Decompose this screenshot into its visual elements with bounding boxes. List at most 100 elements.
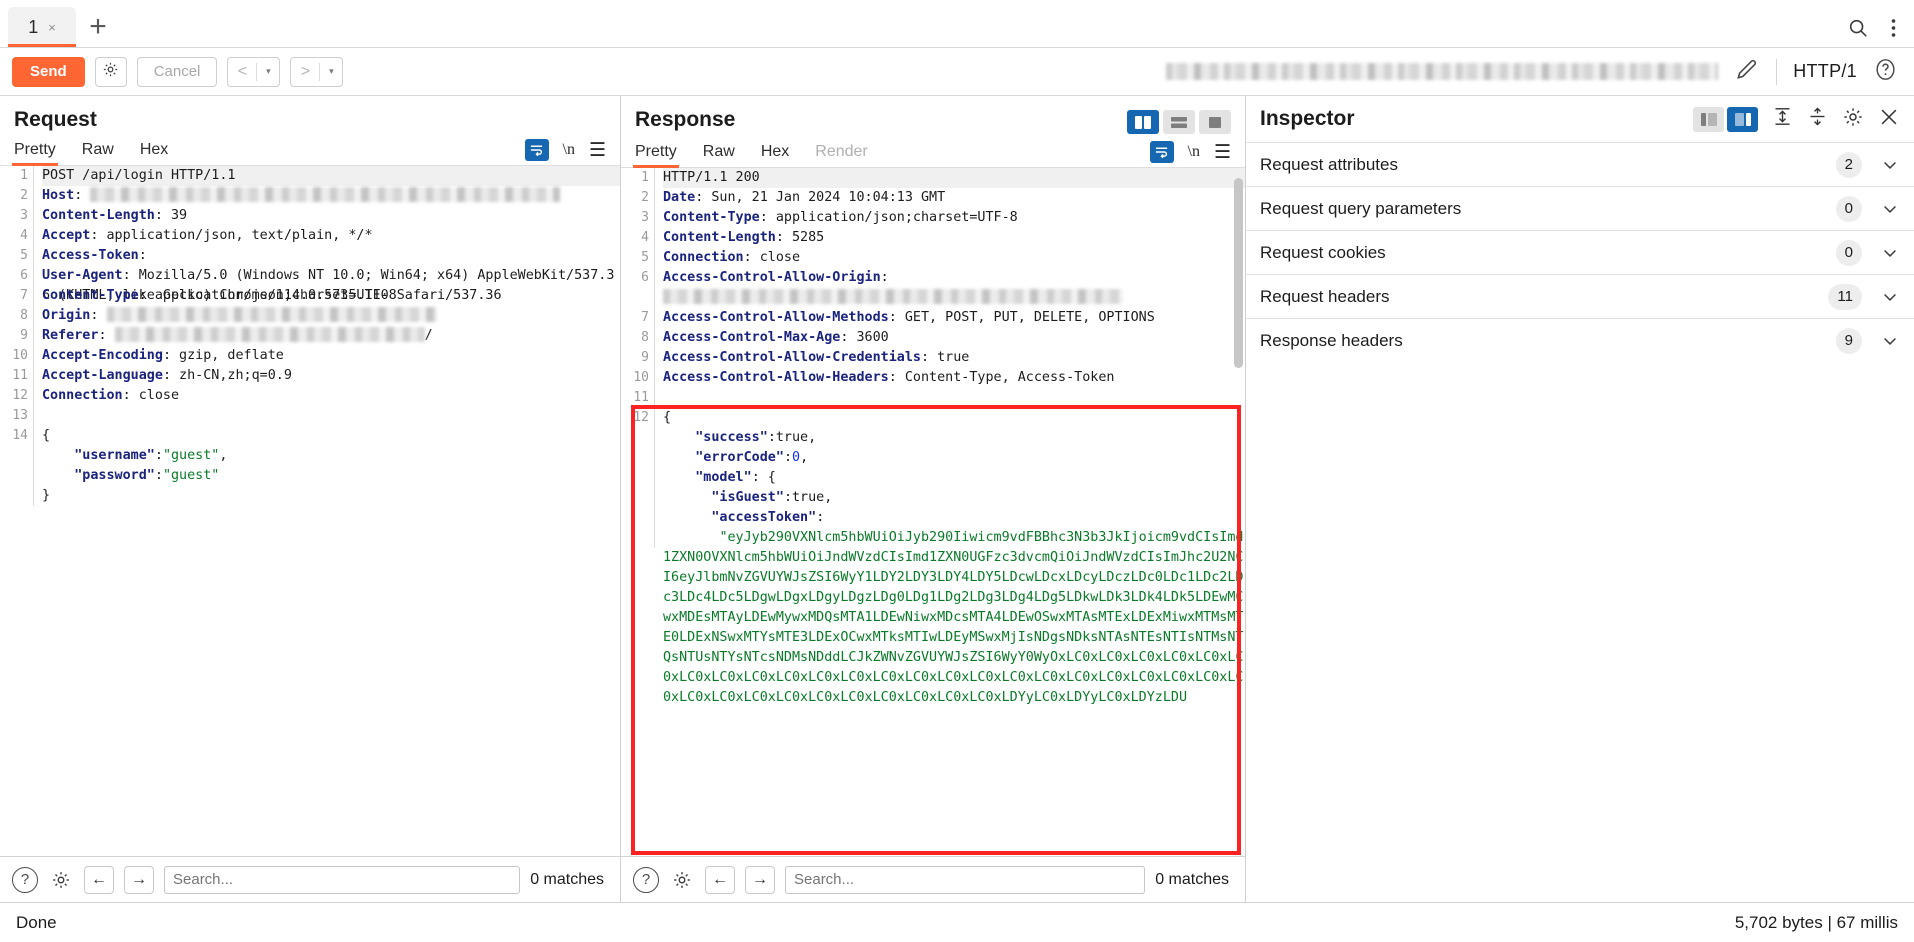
code-line: Origin:	[42, 306, 620, 326]
repeater-tab-strip: 1 × +	[0, 0, 1914, 48]
code-line: Access-Control-Allow-Credentials: true	[663, 350, 970, 365]
kebab-menu-icon[interactable]	[1891, 18, 1896, 38]
newline-toggle[interactable]: \n	[1188, 143, 1200, 161]
inspector-row-1[interactable]: Request query parameters 0	[1246, 186, 1914, 230]
prev-dropdown-caret-icon[interactable]: ▾	[257, 58, 279, 86]
response-search-input[interactable]	[785, 865, 1146, 894]
line-number: 4	[20, 228, 28, 243]
response-scrollbar[interactable]	[1234, 178, 1243, 368]
split-vertical-icon[interactable]	[1127, 110, 1159, 134]
code-line: {	[42, 428, 51, 443]
inspector-row-label: Request query parameters	[1260, 198, 1462, 218]
line-number: 4	[641, 230, 649, 245]
chevron-down-icon[interactable]	[1880, 331, 1900, 351]
chevron-down-icon[interactable]	[1880, 287, 1900, 307]
close-icon[interactable]: ×	[48, 20, 56, 35]
gear-icon[interactable]	[48, 867, 74, 893]
response-code-body[interactable]: HTTP/1.1 200 Date: Sun, 21 Jan 2024 10:04…	[655, 168, 1245, 705]
chevron-down-icon[interactable]	[1880, 199, 1900, 219]
line-number: 11	[12, 368, 28, 383]
help-icon[interactable]	[1873, 57, 1898, 87]
search-icon[interactable]	[1847, 17, 1869, 39]
inspector-row-count: 9	[1835, 327, 1862, 354]
newline-toggle[interactable]: \n	[563, 141, 575, 159]
help-icon[interactable]: ?	[12, 866, 38, 893]
panel-left-icon[interactable]	[1693, 106, 1724, 132]
word-wrap-icon[interactable]	[1149, 141, 1174, 163]
code-line: Access-Control-Allow-Methods: GET, POST,…	[663, 310, 1155, 325]
tab-pretty-response[interactable]: Pretty	[633, 140, 691, 168]
line-number: 9	[641, 350, 649, 365]
response-editor[interactable]: 123456 7 8 9 10 11 12 HTTP/1.1 200 Date: Sun, …	[621, 168, 1245, 856]
code-line: "password":"guest"	[74, 468, 220, 483]
new-tab-button[interactable]: +	[76, 7, 120, 47]
send-settings-button[interactable]	[94, 56, 127, 87]
line-number: 13	[12, 408, 28, 423]
chevron-down-icon[interactable]	[1880, 155, 1900, 175]
help-icon[interactable]: ?	[633, 866, 659, 893]
tab-hex-request[interactable]: Hex	[140, 138, 182, 165]
gear-icon[interactable]	[669, 867, 695, 893]
cancel-button[interactable]: Cancel	[136, 56, 218, 87]
send-button[interactable]: Send	[12, 56, 85, 87]
code-line: Content-Type: application/json;charset=U…	[663, 210, 1018, 225]
word-wrap-icon[interactable]	[524, 139, 549, 161]
inspector-row-3[interactable]: Request headers 11	[1246, 274, 1914, 318]
code-line: Host:	[42, 186, 620, 206]
response-line-numbers: 123456 7 8 9 10 11 12	[621, 168, 655, 548]
request-code: 1 2 3 4 5 6 7 8 9 10 11 12 13 14 POST /api/login HTTP…	[0, 166, 620, 506]
prev-request-icon[interactable]: <	[228, 58, 256, 86]
line-number: 3	[641, 210, 649, 225]
tab-render-response[interactable]: Render	[815, 140, 881, 167]
divider	[1776, 58, 1778, 85]
request-code-body[interactable]: POST /api/login HTTP/1.1 Host: Content-Le…	[34, 166, 620, 506]
response-pane-header: Response	[621, 96, 1245, 134]
request-search-input[interactable]	[164, 865, 521, 894]
response-tabs: Pretty Raw Hex Render \n ☰	[621, 134, 1245, 168]
redacted-value	[663, 289, 1123, 304]
tab-hex-response[interactable]: Hex	[761, 140, 803, 167]
inspector-row-label: Request attributes	[1260, 154, 1398, 174]
tab-raw-request[interactable]: Raw	[82, 138, 128, 165]
repeater-tab-1[interactable]: 1 ×	[8, 7, 76, 47]
next-request-icon[interactable]: >	[291, 58, 319, 86]
hamburger-menu-icon[interactable]: ☰	[589, 141, 606, 160]
inspector-row-label: Request cookies	[1260, 242, 1386, 262]
search-prev-button[interactable]: ←	[84, 865, 114, 894]
back-nav-group[interactable]: < ▾	[227, 56, 281, 87]
code-line: Content-Type: application/json;charset=U…	[42, 288, 397, 303]
inspector-row-count: 2	[1835, 151, 1862, 178]
code-line: "isGuest":true,	[711, 490, 833, 505]
request-line-numbers: 1 2 3 4 5 6 7 8 9 10 11 12 13 14	[0, 166, 34, 506]
inspector-row-2[interactable]: Request cookies 0	[1246, 230, 1914, 274]
line-number: 2	[641, 190, 649, 205]
inspector-row-0[interactable]: Request attributes 2	[1246, 142, 1914, 186]
request-editor[interactable]: 1 2 3 4 5 6 7 8 9 10 11 12 13 14 POST /api/login HTTP…	[0, 166, 620, 856]
next-dropdown-caret-icon[interactable]: ▾	[320, 58, 342, 86]
inspector-row-4[interactable]: Response headers 9	[1246, 318, 1914, 362]
single-pane-icon[interactable]	[1199, 110, 1231, 134]
tab-pretty-request[interactable]: Pretty	[12, 138, 70, 166]
response-match-count: 0 matches	[1155, 870, 1229, 888]
expand-all-icon[interactable]	[1772, 106, 1793, 132]
collapse-all-icon[interactable]	[1807, 106, 1828, 132]
forward-nav-group[interactable]: > ▾	[290, 56, 344, 87]
split-horizontal-icon[interactable]	[1163, 110, 1195, 134]
close-icon[interactable]	[1878, 106, 1900, 133]
panel-right-icon[interactable]	[1727, 106, 1758, 132]
chevron-down-icon[interactable]	[1880, 243, 1900, 263]
pencil-icon[interactable]	[1734, 56, 1760, 87]
http-version-label[interactable]: HTTP/1	[1793, 61, 1857, 82]
inspector-sections: Request attributes 2 Request query paramet…	[1246, 142, 1914, 362]
line-number: 6	[641, 270, 649, 285]
gear-icon[interactable]	[1842, 106, 1864, 133]
target-url-redacted[interactable]	[1166, 63, 1719, 80]
search-next-button[interactable]: →	[745, 865, 775, 894]
line-number: 14	[12, 428, 28, 443]
search-next-button[interactable]: →	[124, 865, 154, 894]
search-prev-button[interactable]: ←	[705, 865, 735, 894]
tab-raw-response[interactable]: Raw	[703, 140, 749, 167]
hamburger-menu-icon[interactable]: ☰	[1214, 143, 1231, 162]
line-number: 5	[20, 248, 28, 263]
